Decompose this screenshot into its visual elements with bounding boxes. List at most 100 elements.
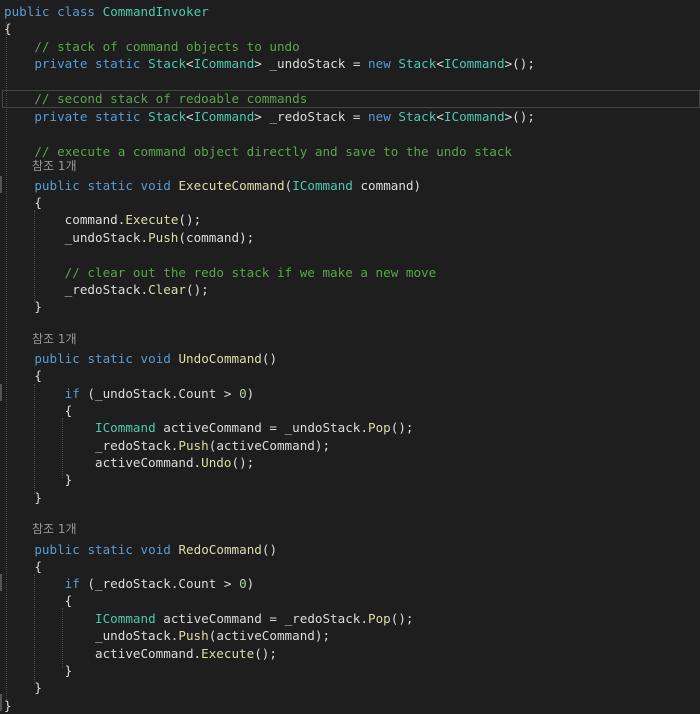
code-line[interactable]: } [4,662,73,679]
code-token: new [368,109,391,124]
code-token: () [261,542,278,557]
code-token: CommandInvoker [102,4,209,19]
code-token: { [4,195,42,210]
code-line[interactable]: activeCommand.Undo(); [4,454,254,471]
code-token: Execute [125,212,179,227]
code-token: _redoStack [269,109,346,124]
code-token: > [254,56,270,71]
code-token: _undoStack [269,56,346,71]
code-line[interactable]: // execute a command object directly and… [4,143,512,160]
code-token: if [64,576,80,591]
code-token: (); [185,282,209,297]
code-token: _redoStack. [4,438,179,453]
code-line[interactable]: } [4,697,12,714]
code-line[interactable]: public static void ExecuteCommand(IComma… [4,177,421,194]
code-token: // stack of command objects to undo [34,39,300,54]
code-token: { [4,403,73,418]
code-token: 0 [239,576,247,591]
code-token: } [4,299,42,314]
code-token: _redoStack. [4,282,149,297]
code-token: Pop [367,611,391,626]
code-token: static [87,178,133,193]
code-token: activeCommand = _redoStack. [155,611,368,626]
code-line[interactable]: public static void RedoCommand() [4,541,277,558]
code-line[interactable]: // stack of command objects to undo [4,38,300,55]
code-token: // execute a command object directly and… [34,144,513,159]
code-line[interactable]: _undoStack.Push(activeCommand); [4,627,330,644]
code-line[interactable]: private static Stack<ICommand> _redoStac… [4,108,535,125]
margin-marker [0,694,2,711]
code-line[interactable]: public class CommandInvoker [4,3,209,20]
code-line[interactable]: _undoStack.Push(command); [4,229,255,246]
code-token: public [4,4,50,19]
code-token: (); [254,646,277,661]
code-line[interactable]: { [4,20,12,37]
code-token: (); [390,611,414,626]
code-line[interactable]: { [4,402,73,419]
code-token: void [140,178,171,193]
code-line[interactable]: public static void UndoCommand() [4,350,277,367]
code-line[interactable]: private static Stack<ICommand> _undoStac… [4,55,535,72]
reference-hint[interactable]: 참조 1개 [32,158,77,175]
code-line[interactable]: _redoStack.Push(activeCommand); [4,437,330,454]
margin-marker [0,176,2,193]
code-line[interactable]: } [4,471,73,488]
code-token: activeCommand = _undoStack. [155,420,368,435]
code-line[interactable]: { [4,194,42,211]
code-token: Pop [367,420,391,435]
code-line[interactable]: activeCommand.Execute(); [4,645,277,662]
code-token: < [186,56,194,71]
code-token: public [34,542,80,557]
code-token: ICommand [95,611,156,626]
code-line[interactable]: ICommand activeCommand = _undoStack.Pop(… [4,419,413,436]
code-token: void [140,542,171,557]
code-token: Push [178,628,209,643]
code-token: _undoStack. [4,628,179,643]
code-token: (command); [178,230,255,245]
code-line[interactable]: } [4,489,42,506]
code-line[interactable]: if (_redoStack.Count > 0) [4,575,255,592]
code-line[interactable]: ICommand activeCommand = _redoStack.Pop(… [4,610,413,627]
code-line[interactable]: if (_undoStack.Count > 0) [4,385,255,402]
code-token: UndoCommand [178,351,262,366]
code-line[interactable]: command.Execute(); [4,211,202,228]
code-line[interactable]: { [4,592,73,609]
code-line[interactable]: // second stack of redoable commands [4,90,307,107]
code-token: (activeCommand); [208,628,331,643]
code-token: () [261,351,278,366]
code-line[interactable]: { [4,367,42,384]
code-token: ICommand [193,109,255,124]
code-line[interactable]: // clear out the redo stack if we make a… [4,264,437,281]
code-line[interactable]: } [4,298,42,315]
code-token: { [4,559,42,574]
code-token: } [4,472,73,487]
code-token: private [34,109,88,124]
code-line[interactable]: { [4,558,42,575]
code-token: Push [178,438,209,453]
code-token: ICommand [95,420,156,435]
reference-hint[interactable]: 참조 1개 [32,331,77,348]
code-token: < [186,109,194,124]
code-line[interactable]: } [4,679,42,696]
code-token: { [4,368,42,383]
margin-marker [0,574,2,591]
reference-hint[interactable]: 참조 1개 [32,521,77,538]
code-editor[interactable]: 참조 1개 참조 1개 참조 1개 public class CommandIn… [0,0,700,714]
code-token: ICommand [193,56,255,71]
code-token: } [4,663,73,678]
code-line[interactable]: _redoStack.Clear(); [4,281,209,298]
